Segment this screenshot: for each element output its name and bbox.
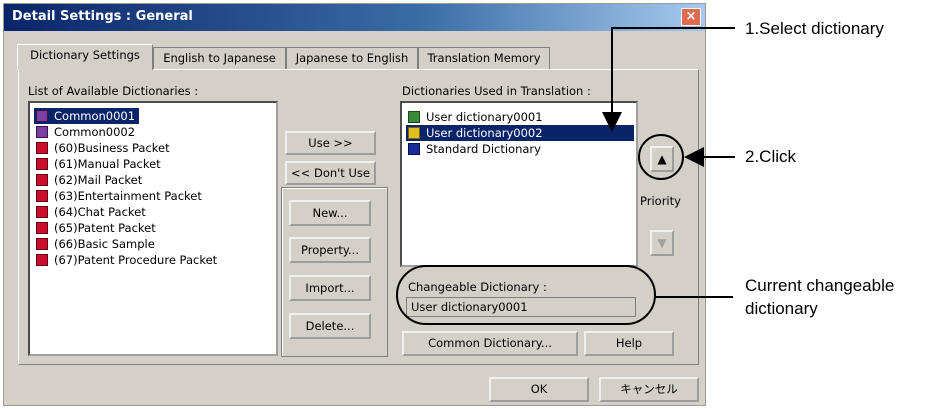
annotation-click: 2.Click [745, 147, 797, 166]
annotation-arrow-select [602, 27, 735, 132]
tab-dictionary-settings[interactable]: Dictionary Settings [17, 44, 153, 70]
annotation-circle-up [638, 134, 684, 180]
annotation-ellipse-changeable [396, 265, 656, 325]
annotation-current-changeable-2: dictionary [745, 299, 818, 318]
annotation-select-dictionary: 1.Select dictionary [745, 19, 884, 38]
annotation-current-changeable: Current changeable [745, 276, 895, 295]
